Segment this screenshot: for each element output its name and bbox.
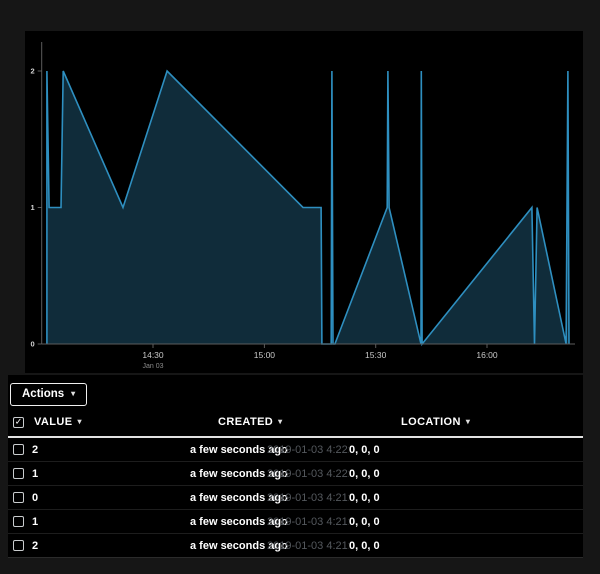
table-row[interactable]: 0 a few seconds ago 2019-01-03 4:21:50 p…: [8, 486, 583, 510]
svg-text:14:30: 14:30: [142, 350, 164, 360]
svg-text:2: 2: [31, 67, 35, 76]
table-body: 2 a few seconds ago 2019-01-03 4:22:12 p…: [8, 438, 583, 558]
created-timestamp-cell: 2019-01-03 4:22:12 p...: [259, 444, 349, 456]
table-header-row: ✓ VALUE ▾ CREATED ▾ LOCATION ▾: [8, 410, 583, 438]
value-cell: 0: [32, 492, 190, 504]
svg-text:Jan 03: Jan 03: [142, 363, 163, 370]
row-checkbox[interactable]: [13, 492, 24, 503]
timeseries-area-chart: 2 1 0 14:30 Jan 03 15:00 15:30 16:00: [25, 31, 583, 373]
row-checkbox[interactable]: [13, 516, 24, 527]
actions-button-label: Actions: [22, 388, 64, 400]
select-all-checkbox[interactable]: ✓: [13, 417, 24, 428]
svg-text:16:00: 16:00: [476, 350, 498, 360]
location-cell: 0, 0, 0: [349, 444, 583, 456]
column-header-created[interactable]: CREATED ▾: [218, 416, 283, 428]
row-checkbox[interactable]: [13, 540, 24, 551]
row-checkbox[interactable]: [13, 468, 24, 479]
location-cell: 0, 0, 0: [349, 492, 583, 504]
table-row[interactable]: 2 a few seconds ago 2019-01-03 4:22:12 p…: [8, 438, 583, 462]
sort-caret-icon: ▾: [77, 418, 81, 426]
created-timestamp-cell: 2019-01-03 4:21:50 p...: [259, 492, 349, 504]
created-relative-cell: a few seconds ago: [190, 492, 259, 504]
value-cell: 2: [32, 444, 190, 456]
svg-text:15:00: 15:00: [254, 350, 276, 360]
value-cell: 1: [32, 516, 190, 528]
created-relative-cell: a few seconds ago: [190, 444, 259, 456]
svg-text:15:30: 15:30: [365, 350, 387, 360]
column-header-value[interactable]: VALUE ▾: [34, 416, 82, 428]
location-cell: 0, 0, 0: [349, 468, 583, 480]
value-cell: 1: [32, 468, 190, 480]
row-checkbox[interactable]: [13, 444, 24, 455]
svg-text:1: 1: [31, 203, 35, 212]
table-row[interactable]: 1 a few seconds ago 2019-01-03 4:22:08 .…: [8, 462, 583, 486]
created-timestamp-cell: 2019-01-03 4:22:08 ...: [259, 468, 349, 480]
created-relative-cell: a few seconds ago: [190, 540, 259, 552]
created-timestamp-cell: 2019-01-03 4:21:46 p...: [259, 516, 349, 528]
sort-caret-icon: ▾: [466, 418, 470, 426]
data-table-panel: Actions ▾ ✓ VALUE ▾ CREATED ▾ LOCATION ▾…: [8, 375, 583, 557]
created-relative-cell: a few seconds ago: [190, 516, 259, 528]
actions-button[interactable]: Actions ▾: [10, 383, 87, 406]
table-row[interactable]: 2 a few seconds ago 2019-01-03 4:21:42 p…: [8, 534, 583, 558]
location-cell: 0, 0, 0: [349, 516, 583, 528]
svg-text:0: 0: [31, 340, 35, 349]
location-cell: 0, 0, 0: [349, 540, 583, 552]
created-relative-cell: a few seconds ago: [190, 468, 259, 480]
created-timestamp-cell: 2019-01-03 4:21:42 p...: [259, 540, 349, 552]
checkmark-icon: ✓: [15, 418, 23, 427]
column-header-location[interactable]: LOCATION ▾: [401, 416, 470, 428]
value-cell: 2: [32, 540, 190, 552]
table-row[interactable]: 1 a few seconds ago 2019-01-03 4:21:46 p…: [8, 510, 583, 534]
sort-caret-icon: ▾: [278, 418, 282, 426]
chart-panel: 2 1 0 14:30 Jan 03 15:00 15:30 16:00: [25, 31, 583, 373]
chevron-down-icon: ▾: [71, 390, 75, 398]
